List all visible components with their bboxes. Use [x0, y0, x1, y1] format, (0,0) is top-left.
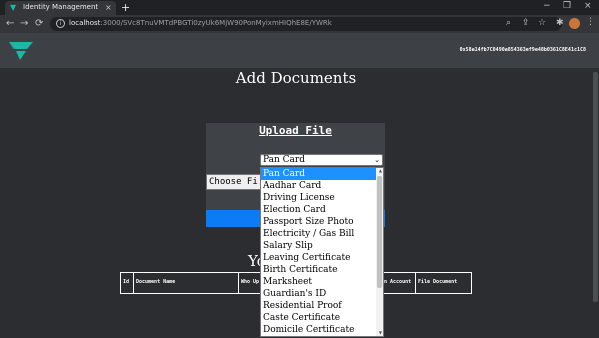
site-info-icon[interactable]: i	[56, 19, 65, 28]
scroll-down-icon[interactable]: ▼	[379, 330, 382, 335]
dropdown-option[interactable]: Guardian's ID	[261, 288, 377, 300]
dropdown-option[interactable]: Domicile Certificate	[261, 324, 377, 336]
dropdown-option[interactable]: Birth Certificate	[261, 264, 377, 276]
star-icon[interactable]: ☆	[538, 18, 546, 28]
table-header-file-document: File Document	[418, 279, 458, 285]
dropdown-option[interactable]: Electricity / Gas Bill	[261, 228, 377, 240]
minimize-icon[interactable]: −	[543, 1, 551, 11]
url-field[interactable]: i localhost:3000/SVc8TnuVMTdPBGTi0zyUk6M…	[50, 17, 562, 31]
tab-close-icon[interactable]: ×	[105, 3, 112, 12]
page-scrollbar[interactable]	[592, 68, 599, 338]
share-icon[interactable]: ⇪	[522, 18, 530, 28]
browser-tab[interactable]: ▼ Identity Management ×	[5, 1, 116, 15]
forward-icon[interactable]: →	[20, 18, 28, 30]
url-path: :3000/SVc8TnuVMTdPBGTi0zyUk6MjW90PonMyix…	[100, 19, 332, 27]
search-icon[interactable]: ⌕	[506, 18, 511, 28]
upload-title: Upload File	[259, 124, 332, 137]
chevron-down-icon: ⌄	[374, 156, 380, 164]
dropdown-option[interactable]: Driving License	[261, 192, 377, 204]
new-tab-button[interactable]: +	[121, 1, 130, 14]
page-title: Add Documents	[235, 69, 357, 87]
browser-menu-icon[interactable]: ⋮	[586, 17, 595, 27]
url-host: localhost	[69, 19, 101, 27]
extensions-icon[interactable]: ✱	[556, 18, 564, 28]
dropdown-option[interactable]: Residential Proof	[261, 300, 377, 312]
page-scroll-thumb[interactable]	[593, 72, 598, 302]
document-type-select[interactable]: Pan Card ⌄	[260, 154, 383, 166]
app-logo-icon[interactable]	[7, 40, 35, 62]
tab-title: Identity Management	[23, 3, 99, 11]
profile-avatar[interactable]	[569, 18, 580, 29]
back-icon[interactable]: ←	[6, 18, 14, 30]
dropdown-option[interactable]: Passport Size Photo	[261, 216, 377, 228]
document-type-dropdown[interactable]: Pan Card Aadhar Card Driving License Ele…	[260, 167, 384, 337]
account-address: 0x58a14fb7C0490a854363ef9e48b0361C8E41c1…	[459, 47, 586, 53]
table-header-id: Id	[121, 273, 134, 293]
dropdown-option[interactable]: Salary Slip	[261, 240, 377, 252]
dropdown-option[interactable]: Aadhar Card	[261, 180, 377, 192]
browser-tab-bar: ▼ Identity Management × + − ❐ ×	[0, 0, 599, 15]
app-favicon-icon: ▼	[10, 3, 17, 12]
reload-icon[interactable]: ⟳	[35, 18, 43, 30]
table-header-account: on Account	[379, 273, 416, 293]
dropdown-option[interactable]: Caste Certificate	[261, 312, 377, 324]
dropdown-scroll-thumb[interactable]	[377, 176, 382, 288]
dropdown-option[interactable]: Leaving Certificate	[261, 252, 377, 264]
dropdown-option[interactable]: Election Card	[261, 204, 377, 216]
dropdown-option[interactable]: Marksheet	[261, 276, 377, 288]
scroll-up-icon[interactable]: ▲	[379, 168, 382, 173]
dropdown-option[interactable]: Pan Card	[261, 168, 377, 180]
url-text: localhost:3000/SVc8TnuVMTdPBGTi0zyUk6MjW…	[69, 19, 332, 27]
app-header: 0x58a14fb7C0490a854363ef9e48b0361C8E41c1…	[0, 33, 599, 68]
address-bar-row: ← → ⟳ i localhost:3000/SVc8TnuVMTdPBGTi0…	[0, 15, 599, 33]
close-window-icon[interactable]: ×	[584, 1, 592, 11]
table-header-document-name: Document Name	[134, 273, 239, 293]
choose-file-label: Choose Fi	[209, 177, 258, 187]
dropdown-scrollbar[interactable]: ▲ ▼	[376, 168, 383, 336]
restore-icon[interactable]: ❐	[563, 1, 571, 11]
document-type-value: Pan Card	[263, 155, 305, 165]
